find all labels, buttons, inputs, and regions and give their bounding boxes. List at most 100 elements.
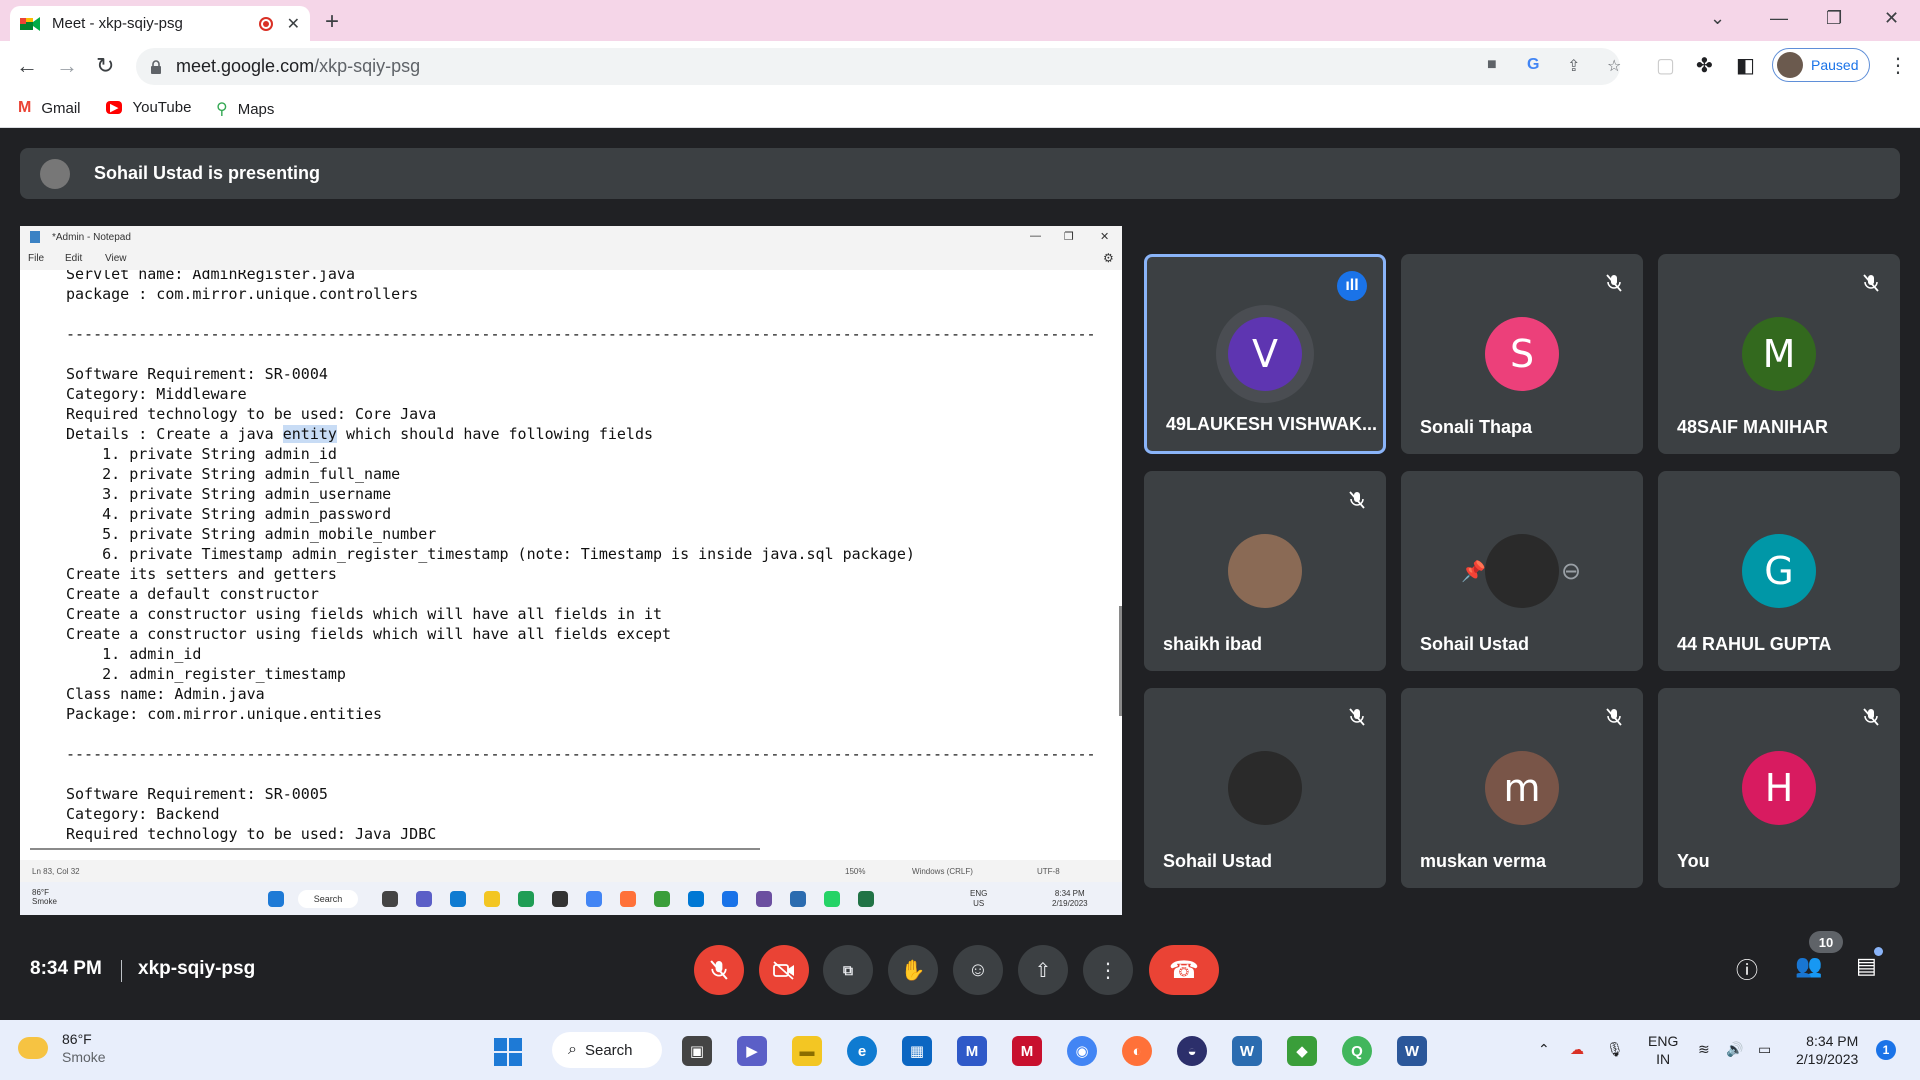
notepad-line [66, 304, 1096, 324]
raise-hand-button[interactable]: ✋ [888, 945, 938, 995]
notepad-text-segment: Details : Create a java [66, 425, 283, 443]
app-icon[interactable]: ◆ [1287, 1036, 1317, 1066]
tab-close-icon[interactable]: ✕ [287, 14, 300, 34]
bookmark-gmail[interactable]: M Gmail [18, 99, 81, 117]
remove-icon[interactable]: ⊖ [1561, 557, 1581, 586]
chat-icon[interactable]: ▤ [1856, 953, 1877, 979]
bookmark-maps[interactable]: ⚲ Maps [216, 99, 274, 119]
file-explorer-icon[interactable]: ▬ [792, 1036, 822, 1066]
reactions-button[interactable]: ☺ [953, 945, 1003, 995]
onedrive-icon[interactable]: ☁ [1570, 1040, 1584, 1058]
restore-icon[interactable]: ❐ [1826, 8, 1842, 29]
meeting-info-icon[interactable]: ⓘ [1736, 953, 1758, 985]
np-minimize-icon: — [1030, 230, 1041, 242]
share-icon[interactable]: ⇪ [1567, 56, 1580, 76]
address-bar[interactable]: meet.google.com/xkp-sqiy-psg [136, 48, 1620, 85]
leave-call-button[interactable]: ☎ [1149, 945, 1219, 995]
maps-icon: ⚲ [216, 101, 228, 118]
browser-menu-icon[interactable]: ⋮ [1888, 53, 1908, 78]
notepad-titlebar: *Admin - Notepad — ❐ ✕ [20, 226, 1122, 248]
participant-tile[interactable]: 📌 ⊖ Sohail Ustad [1401, 471, 1643, 671]
np-zoom: 150% [845, 867, 866, 876]
forward-arrow-icon[interactable]: → [56, 53, 78, 79]
shared-app-icon [552, 891, 568, 907]
app-icon[interactable]: Q [1342, 1036, 1372, 1066]
participant-name: 44 RAHUL GUPTA [1677, 634, 1832, 654]
notification-badge[interactable]: 1 [1876, 1040, 1896, 1060]
participant-tile[interactable]: shaikh ibad [1144, 471, 1386, 671]
notepad-content: Servlet name: AdminRegister.java package … [66, 270, 1096, 844]
extensions-puzzle-icon[interactable]: ✤ [1696, 53, 1713, 78]
teams-icon[interactable]: ▶ [737, 1036, 767, 1066]
people-icon[interactable]: 👥 [1795, 953, 1822, 979]
avatar-photo [1228, 534, 1302, 608]
clock-time: 8:34 PM [1806, 1033, 1859, 1049]
captions-button[interactable]: ⧉ [823, 945, 873, 995]
eclipse-icon[interactable]: ◒ [1177, 1036, 1207, 1066]
tab-meet[interactable]: Meet - xkp-sqiy-psg ✕ [10, 6, 310, 41]
minimize-icon[interactable]: — [1770, 8, 1788, 29]
mic-toggle-button[interactable] [694, 945, 744, 995]
gmail-icon: M [18, 99, 32, 116]
notepad-line: 1. private String admin_id [66, 445, 337, 463]
pin-icon[interactable]: 📌 [1461, 559, 1486, 584]
profile-button[interactable]: Paused [1772, 48, 1870, 82]
camera-toggle-button[interactable] [759, 945, 809, 995]
start-button[interactable] [494, 1038, 522, 1066]
profile-status: Paused [1811, 57, 1859, 73]
show-hidden-icons[interactable]: ⌃ [1538, 1040, 1550, 1058]
bookmark-star-icon[interactable]: ☆ [1607, 56, 1621, 76]
clock[interactable]: 8:34 PM 2/19/2023 [1796, 1032, 1858, 1068]
close-window-icon[interactable]: ✕ [1884, 8, 1899, 29]
task-view-icon[interactable]: ▣ [682, 1036, 712, 1066]
participant-tile[interactable]: H You [1658, 688, 1900, 888]
weather-widget[interactable]: 86°F Smoke [18, 1030, 106, 1066]
mcafee-icon[interactable]: M [1012, 1036, 1042, 1066]
extension-placeholder-icon[interactable]: ▢ [1656, 53, 1675, 78]
participant-tile[interactable]: M 48SAIF MANIHAR [1658, 254, 1900, 454]
participant-tile[interactable]: G 44 RAHUL GUPTA [1658, 471, 1900, 671]
vpn-icon[interactable]: M [957, 1036, 987, 1066]
chrome-icon[interactable]: ◉ [1067, 1036, 1097, 1066]
language-indicator[interactable]: ENG IN [1648, 1032, 1678, 1068]
mic-off-icon [1856, 702, 1886, 732]
bookmark-youtube[interactable]: ▶ YouTube [106, 99, 191, 116]
presenter-avatar [40, 158, 70, 189]
mic-off-icon [1856, 268, 1886, 298]
new-tab-button[interactable]: + [325, 8, 339, 36]
language-code: ENG [1648, 1033, 1679, 1049]
phone-hangup-icon: ☎ [1169, 956, 1199, 984]
participant-tile[interactable]: V ıll 49LAUKESH VISHWAK... [1144, 254, 1386, 454]
participant-tile[interactable]: m muskan verma [1401, 688, 1643, 888]
more-options-button[interactable]: ⋮ [1083, 945, 1133, 995]
reload-icon[interactable]: ↻ [96, 53, 114, 79]
tab-search-chevron-icon[interactable]: ⌄ [1710, 8, 1725, 29]
participant-tile[interactable]: Sohail Ustad [1144, 688, 1386, 888]
side-panel-icon[interactable]: ◧ [1736, 53, 1755, 78]
shared-app-icon [654, 891, 670, 907]
app-icon[interactable]: W [1232, 1036, 1262, 1066]
present-button[interactable]: ⇧ [1018, 945, 1068, 995]
shared-app-icon [790, 891, 806, 907]
np-line-endings: Windows (CRLF) [912, 867, 973, 876]
notepad-line: Servlet name: AdminRegister.java [66, 270, 355, 283]
store-icon[interactable]: ▦ [902, 1036, 932, 1066]
battery-icon[interactable]: ▭ [1758, 1040, 1771, 1058]
firefox-icon[interactable]: ◐ [1122, 1036, 1152, 1066]
notepad-line: Package: com.mirror.unique.entities [66, 705, 383, 723]
edge-icon[interactable]: e [847, 1036, 877, 1066]
google-translate-icon[interactable]: G [1527, 56, 1539, 74]
shared-lang1: ENG [970, 889, 988, 898]
word-icon[interactable]: W [1397, 1036, 1427, 1066]
participant-name: Sohail Ustad [1420, 634, 1530, 654]
taskbar-search[interactable]: ⌕ Search [552, 1032, 662, 1068]
shared-lang2: US [973, 899, 985, 908]
camera-in-use-icon[interactable]: ■ [1487, 56, 1497, 74]
wifi-icon[interactable]: ≋ [1698, 1040, 1710, 1058]
avatar: m [1485, 751, 1559, 825]
volume-icon[interactable]: 🔊 [1726, 1040, 1743, 1058]
notepad-line: 1. admin_id [66, 645, 202, 663]
back-arrow-icon[interactable]: ← [16, 53, 38, 79]
participant-tile[interactable]: S Sonali Thapa [1401, 254, 1643, 454]
microphone-icon[interactable]: 🎙 [1606, 1040, 1624, 1058]
